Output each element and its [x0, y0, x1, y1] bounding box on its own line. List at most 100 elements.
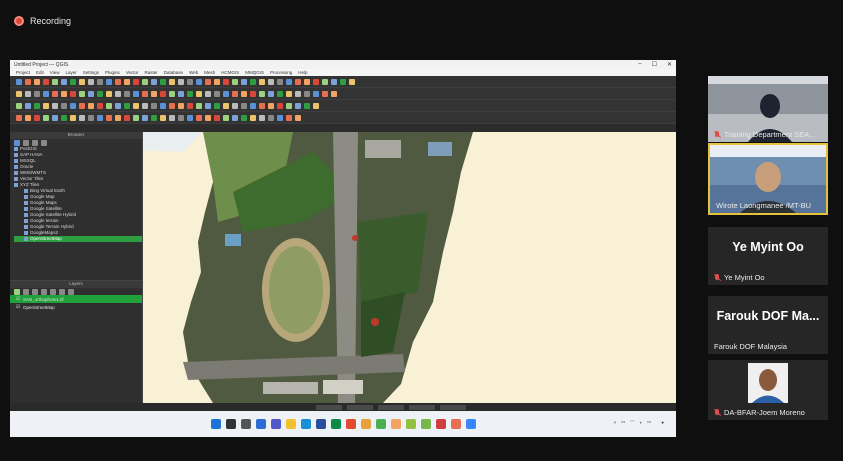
- toolbar-tool-icon[interactable]: [178, 114, 184, 121]
- widgets-icon[interactable]: [255, 419, 266, 429]
- menu-item[interactable]: Plugins: [105, 70, 120, 75]
- toolbar-tool-icon[interactable]: [196, 90, 202, 97]
- toolbar-tool-icon[interactable]: [223, 102, 229, 109]
- toolbar-tool-icon[interactable]: [286, 78, 292, 85]
- start-icon[interactable]: [210, 419, 221, 429]
- toolbar-tool-icon[interactable]: [223, 90, 229, 97]
- browser-item[interactable]: OpenStreetMap: [14, 236, 142, 242]
- toolbar-tool-icon[interactable]: [142, 78, 148, 85]
- toolbar-tool-icon[interactable]: [106, 90, 112, 97]
- crs-field[interactable]: [440, 404, 466, 410]
- toolbar-tool-icon[interactable]: [205, 102, 211, 109]
- toolbar-tool-icon[interactable]: [295, 114, 301, 121]
- toolbar-tool-icon[interactable]: [115, 78, 121, 85]
- toolbar-tool-icon[interactable]: [259, 90, 265, 97]
- toolbar-tool-icon[interactable]: [97, 78, 103, 85]
- toolbar-tool-icon[interactable]: [133, 78, 139, 85]
- toolbar-tool-icon[interactable]: [178, 102, 184, 109]
- toolbar-tool-icon[interactable]: [259, 114, 265, 121]
- toolbar-tool-icon[interactable]: [169, 90, 175, 97]
- toolbar-tool-icon[interactable]: [331, 90, 337, 97]
- toolbar-tool-icon[interactable]: [331, 78, 337, 85]
- store-icon[interactable]: [315, 419, 326, 429]
- participant-tile[interactable]: DA-BFAR-Joem Moreno: [708, 360, 828, 420]
- toolbar-tool-icon[interactable]: [259, 78, 265, 85]
- toolbar-tool-icon[interactable]: [133, 102, 139, 109]
- toolbar-tool-icon[interactable]: [214, 114, 220, 121]
- toolbar-tool-icon[interactable]: [214, 78, 220, 85]
- toolbar-tool-icon[interactable]: [277, 90, 283, 97]
- toolbar-tool-icon[interactable]: [133, 90, 139, 97]
- toolbar-tool-icon[interactable]: [160, 102, 166, 109]
- toolbar-tool-icon[interactable]: [52, 90, 58, 97]
- manage-visibility-icon[interactable]: [32, 288, 38, 295]
- toolbar-tool-icon[interactable]: [61, 102, 67, 109]
- toolbar-tool-icon[interactable]: [241, 90, 247, 97]
- excel-icon[interactable]: [330, 419, 341, 429]
- menu-item[interactable]: Help: [298, 70, 307, 75]
- zoom-icon[interactable]: [465, 419, 476, 429]
- toolbar-tool-icon[interactable]: [349, 78, 355, 85]
- toolbar-tool-icon[interactable]: [232, 102, 238, 109]
- toolbar-tool-icon[interactable]: [160, 90, 166, 97]
- toolbar-tool-icon[interactable]: [304, 102, 310, 109]
- toolbar-tool-icon[interactable]: [106, 102, 112, 109]
- menu-item[interactable]: Database: [164, 70, 183, 75]
- search-icon[interactable]: [225, 419, 236, 429]
- magnifier-field[interactable]: [378, 404, 404, 410]
- toolbar-tool-icon[interactable]: [340, 78, 346, 85]
- language-icon[interactable]: ▭: [621, 419, 625, 425]
- toolbar-tool-icon[interactable]: [97, 102, 103, 109]
- toolbar-tool-icon[interactable]: [178, 90, 184, 97]
- toolbar-tool-icon[interactable]: [43, 114, 49, 121]
- toolbar-tool-icon[interactable]: [16, 114, 22, 121]
- toolbar-tool-icon[interactable]: [286, 114, 292, 121]
- toolbar-tool-icon[interactable]: [142, 114, 148, 121]
- toolbar-tool-icon[interactable]: [79, 90, 85, 97]
- menu-item[interactable]: Mesh: [204, 70, 215, 75]
- collapse-all-icon[interactable]: [59, 288, 65, 295]
- menu-item[interactable]: Vector: [126, 70, 139, 75]
- toolbar-tool-icon[interactable]: [268, 90, 274, 97]
- toolbar-tool-icon[interactable]: [232, 90, 238, 97]
- toolbar-tool-icon[interactable]: [313, 78, 319, 85]
- toolbar-tool-icon[interactable]: [43, 78, 49, 85]
- toolbar-tool-icon[interactable]: [295, 78, 301, 85]
- toolbar-tool-icon[interactable]: [79, 102, 85, 109]
- layer-row[interactable]: ☑ SAN_orthophoto1.tif: [10, 295, 142, 303]
- toolbar-tool-icon[interactable]: [25, 102, 31, 109]
- toolbar-tool-icon[interactable]: [25, 90, 31, 97]
- toolbar-tool-icon[interactable]: [277, 78, 283, 85]
- toolbar-tool-icon[interactable]: [16, 102, 22, 109]
- toolbar-tool-icon[interactable]: [268, 102, 274, 109]
- toolbar-tool-icon[interactable]: [169, 102, 175, 109]
- toolbar-tool-icon[interactable]: [187, 102, 193, 109]
- wifi-icon[interactable]: ◠: [630, 419, 634, 425]
- menu-item[interactable]: Settings: [83, 70, 99, 75]
- menu-item[interactable]: HCMGIS: [221, 70, 239, 75]
- menu-item[interactable]: Raster: [145, 70, 158, 75]
- toolbar-tool-icon[interactable]: [241, 114, 247, 121]
- toolbar-tool-icon[interactable]: [79, 114, 85, 121]
- toolbar-tool-icon[interactable]: [133, 114, 139, 121]
- toolbar-tool-icon[interactable]: [196, 114, 202, 121]
- toolbar-tool-icon[interactable]: [286, 90, 292, 97]
- menu-item[interactable]: Web: [189, 70, 198, 75]
- map-canvas[interactable]: [143, 132, 676, 403]
- toolbar-tool-icon[interactable]: [115, 102, 121, 109]
- toolbar-tool-icon[interactable]: [70, 90, 76, 97]
- qgis-icon[interactable]: [405, 419, 416, 429]
- toolbar-tool-icon[interactable]: [52, 114, 58, 121]
- toolbar-tool-icon[interactable]: [286, 102, 292, 109]
- toolbar-tool-icon[interactable]: [151, 114, 157, 121]
- checkbox-icon[interactable]: ☑: [16, 296, 20, 302]
- toolbar-tool-icon[interactable]: [304, 90, 310, 97]
- toolbar-tool-icon[interactable]: [142, 90, 148, 97]
- firefox-icon[interactable]: [360, 419, 371, 429]
- toolbar-tool-icon[interactable]: [88, 90, 94, 97]
- toolbar-tool-icon[interactable]: [322, 90, 328, 97]
- toolbar-tool-icon[interactable]: [205, 114, 211, 121]
- toolbar-tool-icon[interactable]: [250, 90, 256, 97]
- toolbar-tool-icon[interactable]: [70, 102, 76, 109]
- pdf-icon[interactable]: [435, 419, 446, 429]
